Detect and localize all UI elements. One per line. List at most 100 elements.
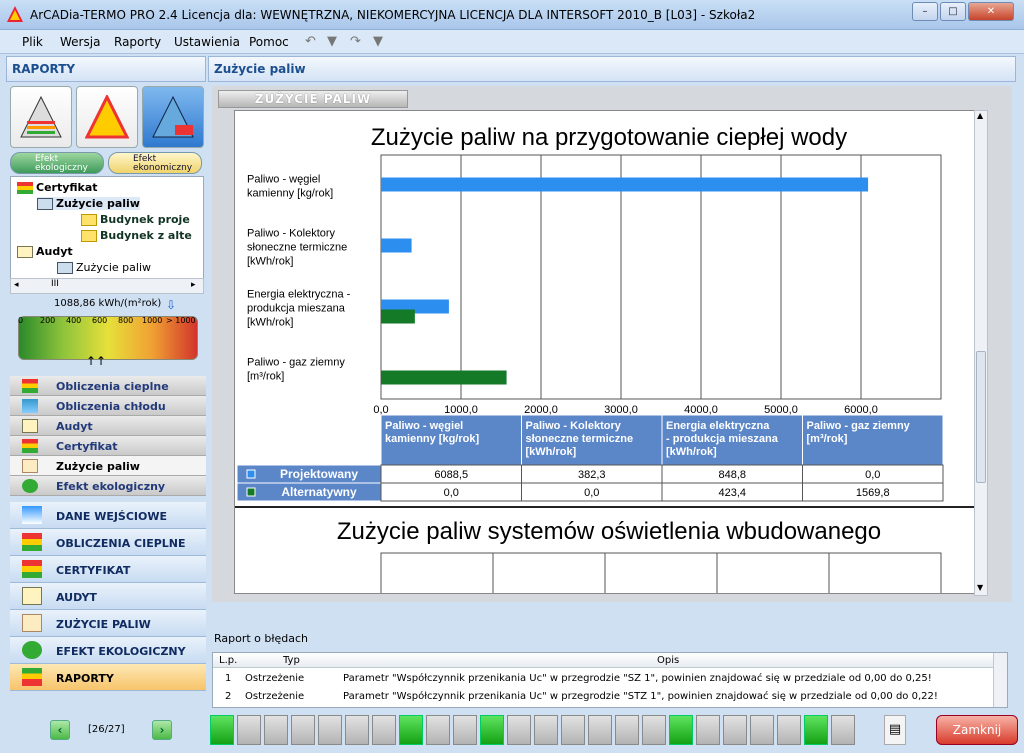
report-scroll-thumb[interactable] [976,351,986,483]
menu-pomoc[interactable]: Pomoc [249,35,289,49]
zamknij-button[interactable]: Zamknij [936,715,1018,745]
nav-obliczenia-cieplne[interactable]: Obliczenia cieplne [10,376,206,396]
leaf-icon [22,641,42,659]
category-label: Paliwo - gaz ziemny [m³/rok] [247,357,345,383]
nav-audyt[interactable]: Audyt [10,416,206,436]
error-table-scrollbar[interactable] [993,653,1007,707]
tree-node-zuzycie-paliw[interactable]: Zużycie paliw [37,197,140,210]
tree-node-audyt-zuzycie-paliw[interactable]: Zużycie paliw [57,261,151,274]
scroll-down-icon[interactable]: ▼ [977,583,983,592]
undo-icon[interactable]: ↶ [305,34,316,49]
tree-node-certyfikat[interactable]: Certyfikat [17,181,98,194]
prev-page-button[interactable]: ‹ [50,720,70,740]
certificate-icon [22,560,42,578]
scroll-right-icon[interactable]: ▸ [191,280,196,290]
menu-plik[interactable]: Plik [22,35,43,49]
undo-dropdown-icon[interactable]: ▼ [327,34,337,49]
progress-square [507,715,531,745]
col-lp[interactable]: L.p. [219,655,237,666]
nav-main-zuzycie-paliw[interactable]: ZUŻYCIE PALIW [10,610,206,637]
tree-node-budynek-alternatywny[interactable]: Budynek z alte [81,229,192,242]
table-cell-value: 1569,8 [856,487,890,499]
report-page: Zużycie paliw na przygotowanie ciepłej w… [234,110,982,594]
progress-square [642,715,666,745]
module-tiles [10,86,206,150]
nav-obliczenia-chlodu[interactable]: Obliczenia chłodu [10,396,206,416]
scroll-up-icon[interactable]: ▲ [977,111,983,120]
heat-calc-icon [22,379,38,393]
nav-main-efekt-ekologiczny[interactable]: EFEKT EKOLOGICZNY [10,637,206,664]
close-window-button[interactable]: ✕ [968,2,1014,21]
progress-square [264,715,288,745]
audit-icon [22,587,42,605]
nav-main-audyt[interactable]: AUDYT [10,583,206,610]
progress-square [615,715,639,745]
input-data-icon [22,506,42,524]
progress-square [372,715,396,745]
fuel-chart: Zużycie paliw na przygotowanie ciepłej w… [235,124,981,593]
table-cell-value: 423,4 [718,487,746,499]
energy-scale: 1088,86 kWh/(m²rok) ⇩ 0 200 400 600 800 … [14,298,202,370]
x-tick-label: 4000,0 [684,404,718,416]
nav-main-obliczenia-cieplne[interactable]: OBLICZENIA CIEPLNE [10,529,206,556]
tree-horizontal-scrollbar[interactable]: ◂ III ▸ [10,278,204,294]
status-bar: ▤ Zamknij [208,712,1024,748]
leaf-icon [22,479,38,493]
heat-calc-icon [22,533,42,551]
bar-alternatywny [381,309,415,324]
nav-zuzycie-paliw[interactable]: Zużycie paliw [10,456,206,476]
minimize-button[interactable]: – [912,2,938,21]
redo-icon[interactable]: ↷ [350,34,361,49]
category-label: Paliwo - Kolektory słoneczne termiczne [kW… [247,228,347,268]
nav-main-raporty[interactable]: RAPORTY [10,664,206,691]
audit-icon [17,246,33,258]
tree-node-audyt[interactable]: Audyt [17,245,73,258]
energy-scale-value: 1088,86 kWh/(m²rok) [54,298,162,309]
col-typ[interactable]: Typ [283,655,300,666]
menu-wersja[interactable]: Wersja [60,35,100,49]
nav-certyfikat[interactable]: Certyfikat [10,436,206,456]
second-chart-title: Zużycie paliw systemów oświetlenia wbudo… [337,518,881,545]
progress-square [291,715,315,745]
left-panel-header: RAPORTY [6,56,206,82]
nav-main-certyfikat[interactable]: CERTYFIKAT [10,556,206,583]
table-cell-value: 848,8 [718,469,746,481]
tile-arcadia-termo-lite[interactable] [76,86,138,148]
progress-square [345,715,369,745]
legend-label: Projektowany [280,467,358,481]
tree-node-budynek-projektowany[interactable]: Budynek proje [81,213,190,226]
scale-marker-icon: ↑↑ [86,354,107,368]
tile-arcadia-termo[interactable] [10,86,72,148]
progress-square [669,715,693,745]
page-counter: [26/27] [88,724,125,735]
arcadia-logo-icon [20,95,62,138]
report-viewer: ZUŻYCIE PALIW Zużycie paliw na przygotow… [212,86,1012,602]
scroll-thumb[interactable]: III [51,279,59,289]
error-table: L.p. Typ Opis 1 Ostrzeżenie Parametr "Ws… [212,652,1008,708]
report-tab[interactable]: ZUŻYCIE PALIW [218,90,408,108]
tile-arcadia-termo-pro[interactable] [142,86,204,148]
legend-label: Alternatywny [281,485,357,499]
progress-square [318,715,342,745]
menu-bar: Plik Wersja Raporty Ustawienia Pomoc ↶ ▼… [0,30,1024,54]
efekt-ekonomiczny-button[interactable]: Efekt ekonomiczny [108,152,202,174]
col-opis[interactable]: Opis [657,655,679,666]
menu-ustawienia[interactable]: Ustawienia [174,35,240,49]
fuel-report-icon [57,262,73,274]
document-icon[interactable]: ▤ [884,715,906,745]
nav-efekt-ekologiczny[interactable]: Efekt ekologiczny [10,476,206,496]
next-page-button[interactable]: › [152,720,172,740]
report-tree: Certyfikat Zużycie paliw Budynek proje B… [10,176,204,294]
x-tick-label: 2000,0 [524,404,558,416]
report-vertical-scrollbar[interactable]: ▲ ▼ [974,110,988,596]
maximize-button[interactable]: □ [940,2,966,21]
redo-dropdown-icon[interactable]: ▼ [373,34,383,49]
x-tick-label: 1000,0 [444,404,478,416]
bar-projektowany [381,238,412,253]
report-icon [22,668,42,686]
scroll-left-icon[interactable]: ◂ [14,280,19,290]
efekt-ekologiczny-button[interactable]: Efekt ekologiczny [10,152,104,174]
progress-square [777,715,801,745]
menu-raporty[interactable]: Raporty [114,35,161,49]
nav-dane-wejsciowe[interactable]: DANE WEJŚCIOWE [10,502,206,529]
